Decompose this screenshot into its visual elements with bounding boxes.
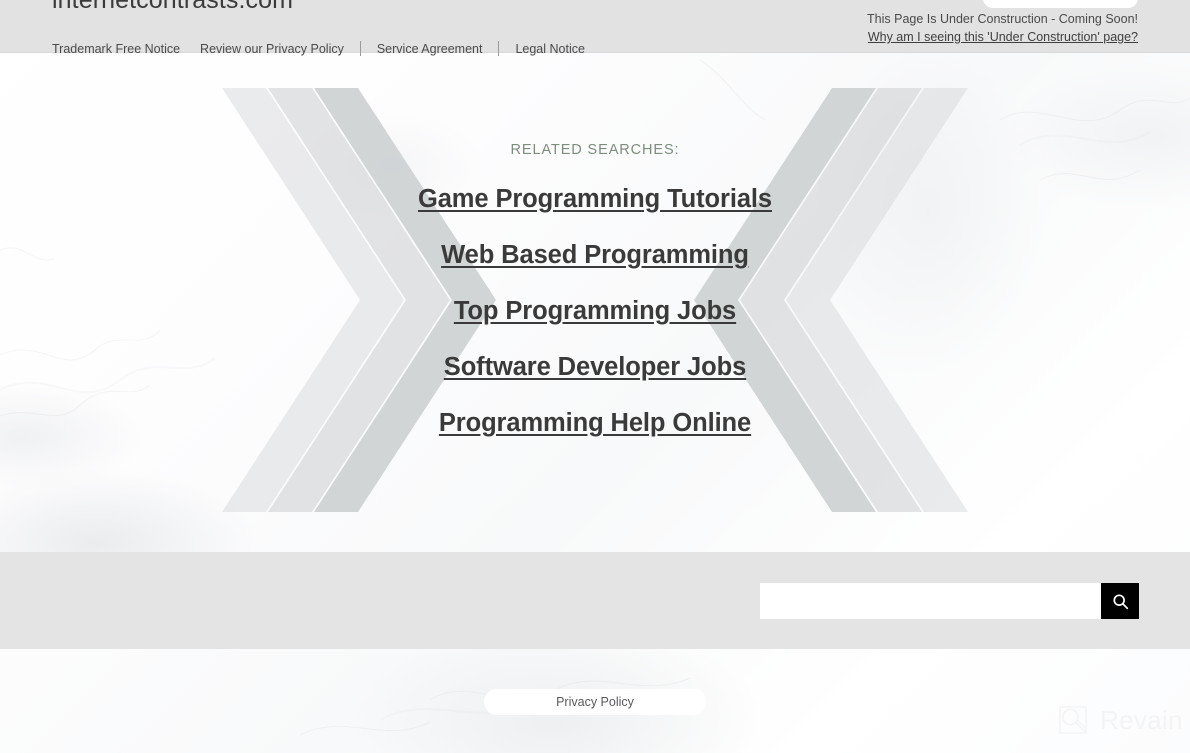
privacy-policy-pill[interactable]: Privacy Policy	[484, 689, 706, 715]
footer-link-trademark-free-notice[interactable]: Trademark Free Notice	[52, 42, 180, 56]
page-root: internetcontrasts.com This Page Is Under…	[0, 0, 1190, 753]
footer-link-service-agreement[interactable]: Service Agreement	[377, 42, 483, 56]
construction-notice-text: This Page Is Under Construction - Coming…	[867, 12, 1138, 26]
site-title: internetcontrasts.com	[52, 0, 294, 14]
search-area	[760, 583, 1139, 619]
footer-links: Trademark Free Notice Review our Privacy…	[52, 41, 585, 56]
list-item: Programming Help Online	[0, 382, 1190, 438]
top-right-pill[interactable]	[983, 0, 1138, 8]
related-search-link-5[interactable]: Programming Help Online	[439, 409, 751, 438]
construction-explain-link[interactable]: Why am I seeing this 'Under Construction…	[867, 28, 1138, 46]
related-search-link-1[interactable]: Game Programming Tutorials	[418, 185, 772, 214]
search-icon	[1112, 593, 1128, 609]
list-item: Game Programming Tutorials	[0, 158, 1190, 214]
footer-link-review-our-privacy-policy[interactable]: Review our Privacy Policy	[200, 42, 344, 56]
search-button[interactable]	[1101, 583, 1139, 619]
search-input[interactable]	[760, 583, 1101, 619]
related-search-link-4[interactable]: Software Developer Jobs	[444, 353, 746, 382]
list-item: Top Programming Jobs	[0, 270, 1190, 326]
main-content: RELATED SEARCHES: Game Programming Tutor…	[0, 52, 1190, 552]
revain-watermark: Revain	[1056, 703, 1183, 737]
footer-separator-2	[498, 41, 500, 56]
revain-magnifier-logo-icon	[1059, 706, 1088, 734]
related-search-link-3[interactable]: Top Programming Jobs	[454, 297, 736, 326]
footer-separator-1	[359, 41, 361, 56]
footer-link-legal-notice[interactable]: Legal Notice	[515, 42, 585, 56]
construction-notice-block: This Page Is Under Construction - Coming…	[867, 10, 1138, 46]
revain-watermark-text: Revain	[1100, 704, 1183, 735]
related-search-link-2[interactable]: Web Based Programming	[441, 241, 749, 270]
related-searches-label: RELATED SEARCHES:	[510, 142, 680, 158]
privacy-policy-label[interactable]: Privacy Policy	[556, 695, 634, 709]
list-item: Web Based Programming	[0, 214, 1190, 270]
bottom-strip: Privacy Policy	[0, 649, 1190, 753]
list-item: Software Developer Jobs	[0, 326, 1190, 382]
related-searches-list: Game Programming Tutorials Web Based Pro…	[0, 158, 1190, 438]
